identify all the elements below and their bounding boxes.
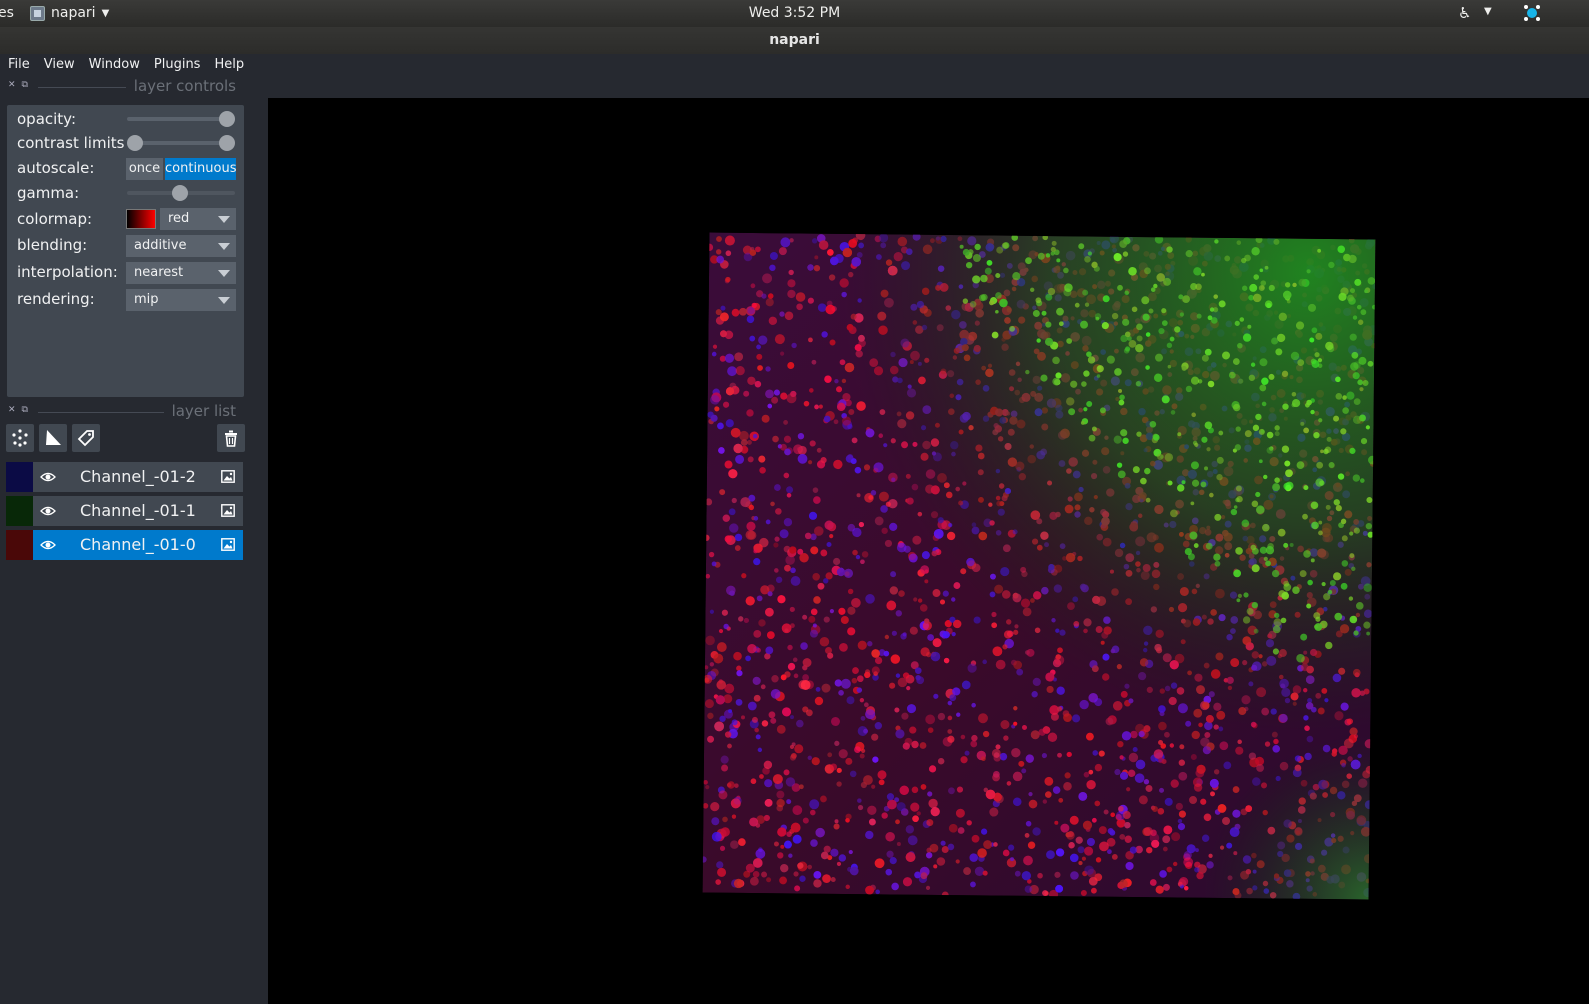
- visibility-eye-icon[interactable]: [40, 503, 56, 519]
- layer-thumbnail: [6, 530, 33, 560]
- autoscale-continuous-button[interactable]: continuous: [165, 158, 237, 180]
- colormap-label: colormap:: [17, 210, 93, 228]
- layer-item-channel-2[interactable]: Channel_-01-2: [6, 462, 243, 492]
- dropdown-arrow-icon: [218, 270, 230, 277]
- autoscale-once-button[interactable]: once: [126, 158, 163, 180]
- rendering-label: rendering:: [17, 290, 95, 308]
- menu-plugins[interactable]: Plugins: [147, 54, 208, 77]
- image-layer-icon: [221, 504, 235, 517]
- dropdown-arrow-icon: [218, 243, 230, 250]
- menu-window[interactable]: Window: [82, 54, 147, 77]
- layer-toolbar: [0, 424, 268, 456]
- layer-controls-header: ✕⧉ layer controls: [0, 77, 268, 97]
- visibility-eye-icon[interactable]: [40, 537, 56, 553]
- layer-name[interactable]: Channel_-01-2: [80, 467, 196, 486]
- microscopy-image: [702, 232, 1376, 900]
- menu-help[interactable]: Help: [207, 54, 251, 77]
- contrast-limits-label: contrast limits: [17, 134, 125, 152]
- blending-dropdown[interactable]: additive: [126, 235, 236, 257]
- system-menu-icon[interactable]: [1522, 3, 1542, 23]
- layer-name[interactable]: Channel_-01-0: [80, 535, 196, 554]
- visibility-eye-icon[interactable]: [40, 469, 56, 485]
- viewer-canvas[interactable]: [268, 98, 1589, 1004]
- label-tag-icon: [77, 430, 94, 447]
- system-top-bar: es napari ▼ Wed 3:52 PM ♿ ▼: [0, 0, 1589, 27]
- blending-value: additive: [134, 238, 187, 253]
- microscopy-image-render: [702, 232, 1376, 900]
- opacity-slider[interactable]: [127, 117, 233, 121]
- window-title: napari: [0, 27, 1589, 54]
- dock-float-close-icons[interactable]: ✕⧉: [8, 405, 34, 415]
- contrast-max-handle[interactable]: [219, 135, 235, 151]
- layer-thumbnail: [6, 496, 33, 526]
- layer-controls-title: layer controls: [133, 77, 236, 95]
- dropdown-arrow-icon: [218, 297, 230, 304]
- accessibility-icon[interactable]: ♿: [1458, 4, 1471, 22]
- delete-layer-button[interactable]: [217, 424, 245, 452]
- colormap-value: red: [168, 211, 190, 226]
- layer-item-channel-0[interactable]: Channel_-01-0: [6, 530, 243, 560]
- blending-label: blending:: [17, 236, 88, 254]
- rendering-dropdown[interactable]: mip: [126, 289, 236, 311]
- gamma-label: gamma:: [17, 184, 80, 202]
- interpolation-label: interpolation:: [17, 263, 118, 281]
- shapes-icon: [46, 430, 61, 445]
- colormap-swatch: [126, 209, 156, 229]
- clock[interactable]: Wed 3:52 PM: [0, 5, 1589, 21]
- layer-item-channel-1[interactable]: Channel_-01-1: [6, 496, 243, 526]
- menu-view[interactable]: View: [37, 54, 82, 77]
- interpolation-value: nearest: [134, 265, 184, 280]
- opacity-label: opacity:: [17, 110, 77, 128]
- menu-bar: File View Window Plugins Help: [0, 54, 1589, 77]
- dropdown-arrow-icon: [218, 216, 230, 223]
- contrast-min-handle[interactable]: [127, 135, 143, 151]
- image-layer-icon: [221, 538, 235, 551]
- dock-float-close-icons[interactable]: ✕⧉: [8, 80, 34, 90]
- layer-list-title: layer list: [171, 402, 236, 420]
- interpolation-dropdown[interactable]: nearest: [126, 262, 236, 284]
- chevron-down-icon[interactable]: ▼: [1484, 6, 1492, 17]
- rendering-value: mip: [134, 292, 159, 307]
- colormap-dropdown[interactable]: red: [160, 208, 236, 230]
- new-points-layer-button[interactable]: [6, 424, 34, 452]
- header-divider: [38, 87, 126, 88]
- layer-thumbnail: [6, 462, 33, 492]
- new-shapes-layer-button[interactable]: [39, 424, 67, 452]
- layer-name[interactable]: Channel_-01-1: [80, 501, 196, 520]
- points-icon: [12, 429, 28, 447]
- layer-controls-panel: opacity: contrast limits autoscale: once…: [7, 105, 244, 397]
- canvas-top-gap: [268, 77, 1589, 98]
- new-labels-layer-button[interactable]: [72, 424, 100, 452]
- trash-icon: [225, 430, 237, 447]
- gamma-slider-handle[interactable]: [172, 185, 188, 201]
- menu-file[interactable]: File: [0, 54, 37, 77]
- header-divider: [38, 412, 164, 413]
- autoscale-label: autoscale:: [17, 159, 95, 177]
- image-layer-icon: [221, 470, 235, 483]
- layer-list-header: ✕⧉ layer list: [0, 402, 268, 422]
- opacity-slider-handle[interactable]: [219, 111, 235, 127]
